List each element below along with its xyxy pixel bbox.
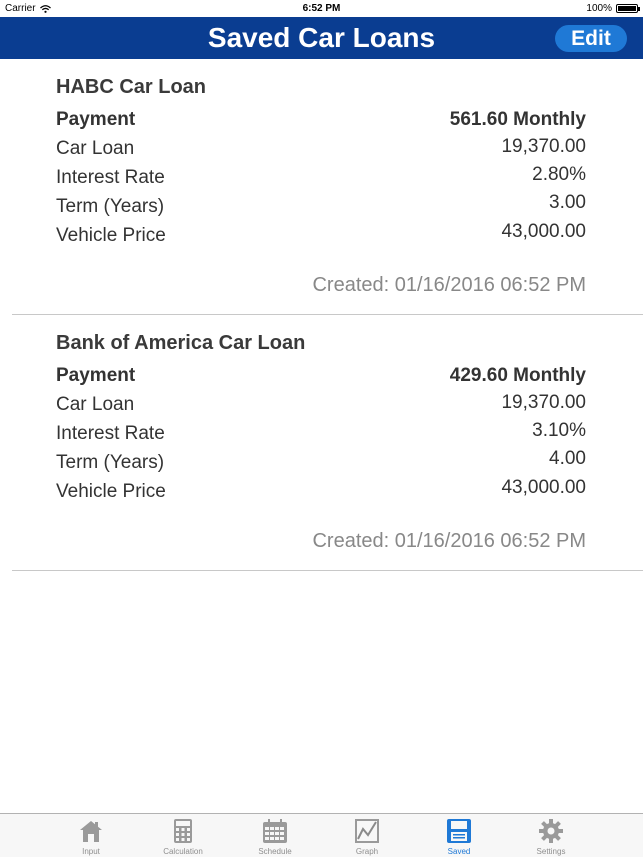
divider <box>12 570 643 571</box>
edit-button[interactable]: Edit <box>555 25 627 52</box>
status-time: 6:52 PM <box>302 3 341 14</box>
car-loan-row: Car Loan 19,370.00 <box>56 392 586 418</box>
page-title: Saved Car Loans <box>207 22 436 53</box>
payment-value: 561.60 Monthly <box>449 109 586 130</box>
tab-label: Saved <box>447 847 471 856</box>
tab-input[interactable]: Input <box>45 814 137 858</box>
tab-graph[interactable]: Graph <box>321 814 413 858</box>
car-loan-value: 19,370.00 <box>501 136 586 157</box>
battery-percent: 100% <box>586 3 612 14</box>
payment-label: Payment <box>56 365 136 386</box>
floppy-disk-icon <box>447 819 471 843</box>
tab-settings[interactable]: Settings <box>505 814 597 858</box>
car-loan-label: Car Loan <box>56 138 135 159</box>
saved-loan-card[interactable]: HABC Car Loan Payment 561.60 Monthly Car… <box>0 59 643 315</box>
interest-rate-label: Interest Rate <box>56 167 165 188</box>
car-loan-label: Car Loan <box>56 394 135 415</box>
interest-rate-row: Interest Rate 2.80% <box>56 164 586 191</box>
house-icon <box>80 821 102 842</box>
interest-rate-row: Interest Rate 3.10% <box>56 420 586 447</box>
interest-rate-value: 3.10% <box>532 420 586 441</box>
car-loan-value: 19,370.00 <box>501 392 586 413</box>
created-timestamp: Created: 01/16/2016 06:52 PM <box>312 530 586 552</box>
tab-label: Graph <box>355 847 379 856</box>
navigation-bar: Saved Car Loans Edit <box>0 17 643 59</box>
status-right: 100% <box>586 3 640 14</box>
tab-saved[interactable]: Saved <box>413 814 505 858</box>
payment-row: Payment 429.60 Monthly <box>56 365 586 389</box>
loan-title: HABC Car Loan <box>56 76 207 98</box>
term-row: Term (Years) 4.00 <box>56 448 586 476</box>
status-bar: Carrier 6:52 PM 100% <box>0 0 643 17</box>
tab-label: Settings <box>536 847 566 856</box>
saved-loan-card[interactable]: Bank of America Car Loan Payment 429.60 … <box>0 315 643 571</box>
calendar-icon <box>263 819 287 843</box>
tab-bar: Input Calculation Schedule Graph Saved S… <box>0 813 643 857</box>
vehicle-price-label: Vehicle Price <box>56 225 166 246</box>
interest-rate-label: Interest Rate <box>56 423 165 444</box>
payment-row: Payment 561.60 Monthly <box>56 109 586 133</box>
vehicle-price-row: Vehicle Price 43,000.00 <box>56 477 586 505</box>
term-row: Term (Years) 3.00 <box>56 192 586 220</box>
term-label: Term (Years) <box>56 196 165 217</box>
gear-icon <box>539 819 563 843</box>
car-loan-row: Car Loan 19,370.00 <box>56 136 586 162</box>
vehicle-price-value: 43,000.00 <box>501 477 586 498</box>
tab-calculation[interactable]: Calculation <box>137 814 229 858</box>
loan-title: Bank of America Car Loan <box>56 332 306 354</box>
tab-label: Schedule <box>258 847 292 856</box>
vehicle-price-row: Vehicle Price 43,000.00 <box>56 221 586 249</box>
term-value: 3.00 <box>549 192 586 213</box>
calculator-icon <box>174 819 192 843</box>
vehicle-price-value: 43,000.00 <box>501 221 586 242</box>
created-timestamp: Created: 01/16/2016 06:52 PM <box>312 274 586 296</box>
interest-rate-value: 2.80% <box>532 164 586 185</box>
term-label: Term (Years) <box>56 452 165 473</box>
tab-schedule[interactable]: Schedule <box>229 814 321 858</box>
term-value: 4.00 <box>549 448 586 469</box>
vehicle-price-label: Vehicle Price <box>56 481 166 502</box>
tab-label: Calculation <box>163 847 203 856</box>
tab-label: Input <box>82 847 100 856</box>
payment-label: Payment <box>56 109 136 130</box>
payment-value: 429.60 Monthly <box>449 365 586 386</box>
battery-icon <box>616 4 640 13</box>
graph-icon <box>355 819 379 843</box>
